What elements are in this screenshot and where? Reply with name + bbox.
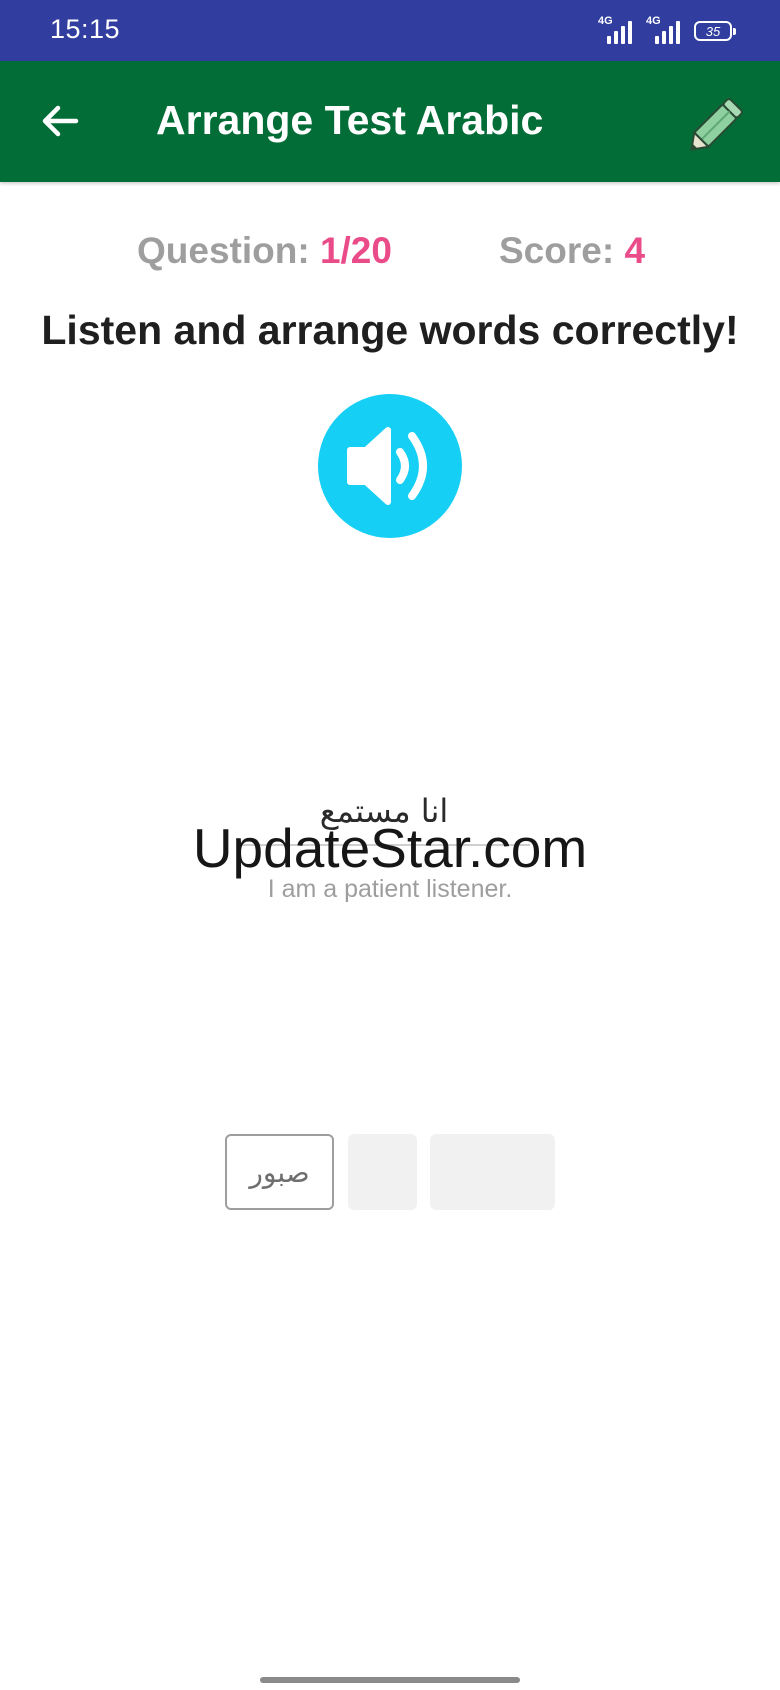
signal-icon: 4G [598, 16, 632, 44]
answer-area: انا مستمع [238, 792, 530, 852]
answer-underline [238, 844, 530, 846]
score-label: Score: [499, 230, 625, 271]
status-icons: 4G 4G 35 [598, 16, 736, 44]
edit-button[interactable] [686, 89, 752, 155]
home-indicator[interactable] [260, 1677, 520, 1683]
status-time: 15:15 [50, 14, 121, 44]
pencil-icon [690, 98, 743, 151]
page-title: Arrange Test Arabic [156, 97, 544, 143]
word-chip-placeholder [348, 1134, 417, 1210]
status-bar: 15:15 4G 4G 35 [0, 0, 780, 61]
signal-icon: 4G [646, 16, 680, 44]
score-counter: Score: 4 [499, 230, 645, 272]
quiz-stats: Question: 1/20 Score: 4 [0, 230, 780, 280]
play-audio-button[interactable] [318, 394, 462, 538]
word-chip-placeholder [430, 1134, 555, 1210]
question-label: Question: [137, 230, 320, 271]
speaker-volume-icon [347, 427, 427, 505]
arranged-words: انا مستمع [319, 792, 449, 830]
word-chip[interactable]: صبور [225, 1134, 334, 1210]
arrow-back-icon [42, 105, 79, 137]
battery-icon: 35 [694, 21, 736, 41]
question-value: 1/20 [319, 230, 392, 271]
score-value: 4 [624, 230, 646, 271]
app-bar: Arrange Test Arabic [0, 61, 780, 182]
battery-level: 35 [705, 23, 721, 39]
back-button[interactable] [34, 95, 86, 147]
instruction-text: Listen and arrange words correctly! [41, 307, 739, 353]
question-counter: Question: 1/20 [137, 230, 392, 272]
translation-text: I am a patient listener. [267, 875, 513, 903]
